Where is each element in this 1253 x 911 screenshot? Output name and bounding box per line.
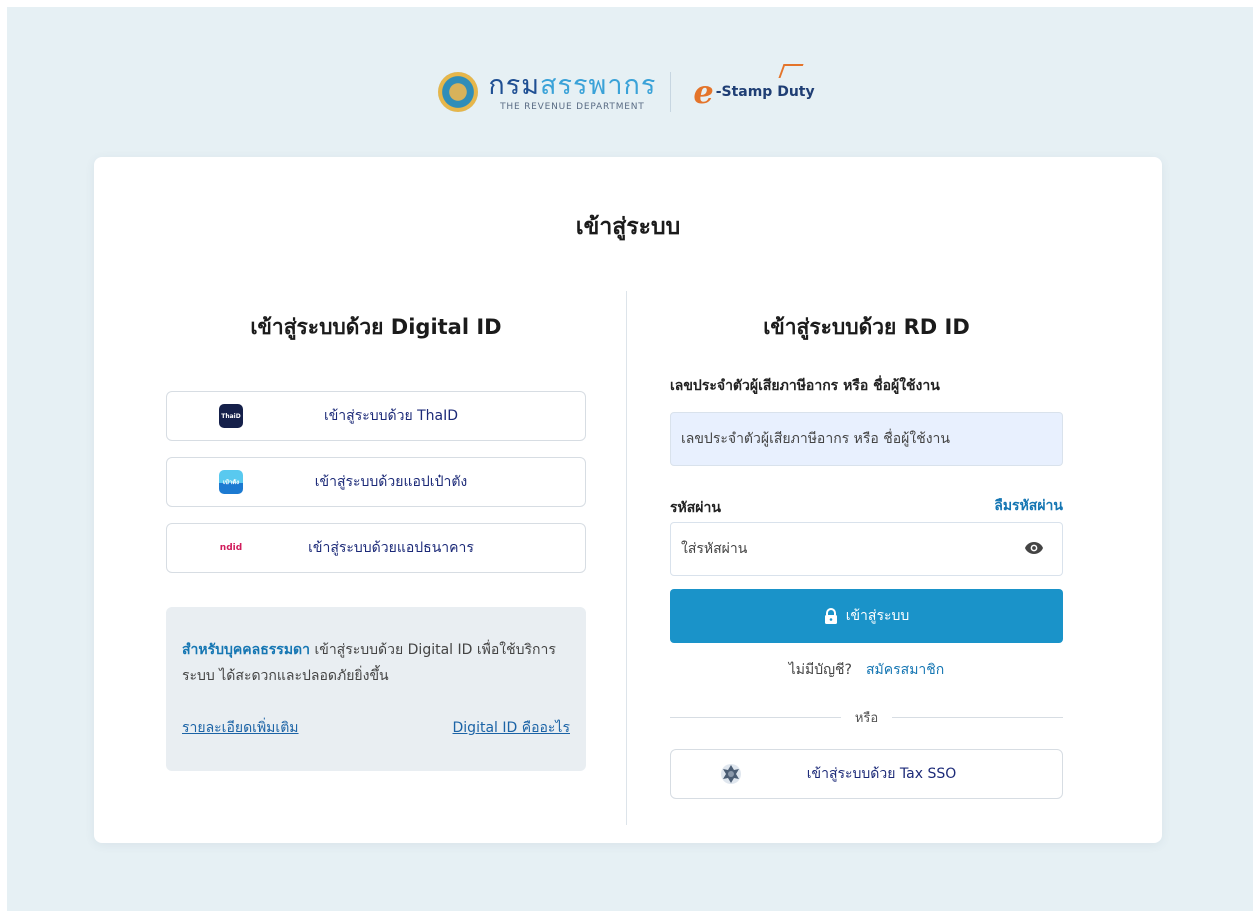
rd-logo-subtitle: THE REVENUE DEPARTMENT [500,102,645,112]
forgot-password-link[interactable]: ลืมรหัสผ่าน [994,495,1063,517]
or-line-left [670,716,841,718]
info-strong-text: สำหรับบุคคลธรรมดา [182,642,311,658]
revenue-seal-icon [438,72,479,112]
or-line-right [892,716,1064,718]
column-divider [626,291,627,825]
bank-app-login-button[interactable]: ndid เข้าสู่ระบบด้วยแอปธนาคาร [166,523,586,573]
paotang-login-button[interactable]: เป๋าตัง เข้าสู่ระบบด้วยแอปเป๋าตัง [166,457,586,507]
digital-id-section: เข้าสู่ระบบด้วย Digital ID ThaiD เข้าสู่… [166,309,586,771]
rd-id-title: เข้าสู่ระบบด้วย RD ID [763,315,970,339]
estamp-duty-logo: e -Stamp Duty [693,64,815,111]
digital-id-info-box: สำหรับบุคคลธรรมดา เข้าสู่ระบบด้วย Digita… [166,607,586,771]
paotang-icon: เป๋าตัง [219,470,243,494]
login-card: เข้าสู่ระบบ เข้าสู่ระบบด้วย Digital ID T… [94,157,1162,843]
more-details-link[interactable]: รายละเอียดเพิ่มเติม [182,717,299,739]
username-input[interactable] [670,412,1063,466]
lock-icon [824,608,837,624]
garuda-emblem-icon [721,764,741,784]
username-label: เลขประจำตัวผู้เสียภาษีอากร หรือ ชื่อผู้ใ… [670,378,940,394]
digital-id-info-text: สำหรับบุคคลธรรมดา เข้าสู่ระบบด้วย Digita… [182,637,570,689]
thaid-login-button[interactable]: ThaiD เข้าสู่ระบบด้วย ThaID [166,391,586,441]
password-label: รหัสผ่าน [670,500,721,516]
bank-app-icon: ndid [219,536,243,560]
logo-divider [670,72,672,112]
login-button-label: เข้าสู่ระบบ [845,607,910,623]
estamp-logo-text: -Stamp Duty [715,84,815,100]
login-button[interactable]: เข้าสู่ระบบ [670,589,1063,643]
rd-logo-name: กรมสรรพากร [488,70,657,101]
or-text: หรือ [854,710,879,726]
digital-id-title: เข้าสู่ระบบด้วย Digital ID [250,315,502,339]
page-title: เข้าสู่ระบบ [575,214,681,240]
eye-icon[interactable] [1025,541,1043,555]
estamp-flag-icon [778,64,804,78]
revenue-department-logo: กรมสรรพากร THE REVENUE DEPARTMENT [438,65,656,119]
estamp-e-mark: e [693,73,714,111]
register-row: ไม่มีบัญชี? สมัครสมาชิก [670,659,1063,681]
header-logos: กรมสรรพากร THE REVENUE DEPARTMENT e -Sta… [0,64,1253,120]
what-is-digital-id-link[interactable]: Digital ID คืออะไร [453,717,570,739]
or-divider: หรือ [670,707,1064,727]
password-input[interactable] [670,522,1063,576]
info-links: รายละเอียดเพิ่มเติม Digital ID คืออะไร [182,717,570,739]
no-account-text: ไม่มีบัญชี? [788,662,852,678]
tax-sso-login-button[interactable]: เข้าสู่ระบบด้วย Tax SSO [670,749,1063,799]
register-link[interactable]: สมัครสมาชิก [866,662,944,678]
thaid-icon: ThaiD [219,404,243,428]
rd-id-section: เข้าสู่ระบบด้วย RD ID เลขประจำตัวผู้เสีย… [670,309,1064,799]
rd-logo-text: กรมสรรพากร THE REVENUE DEPARTMENT [488,70,657,113]
